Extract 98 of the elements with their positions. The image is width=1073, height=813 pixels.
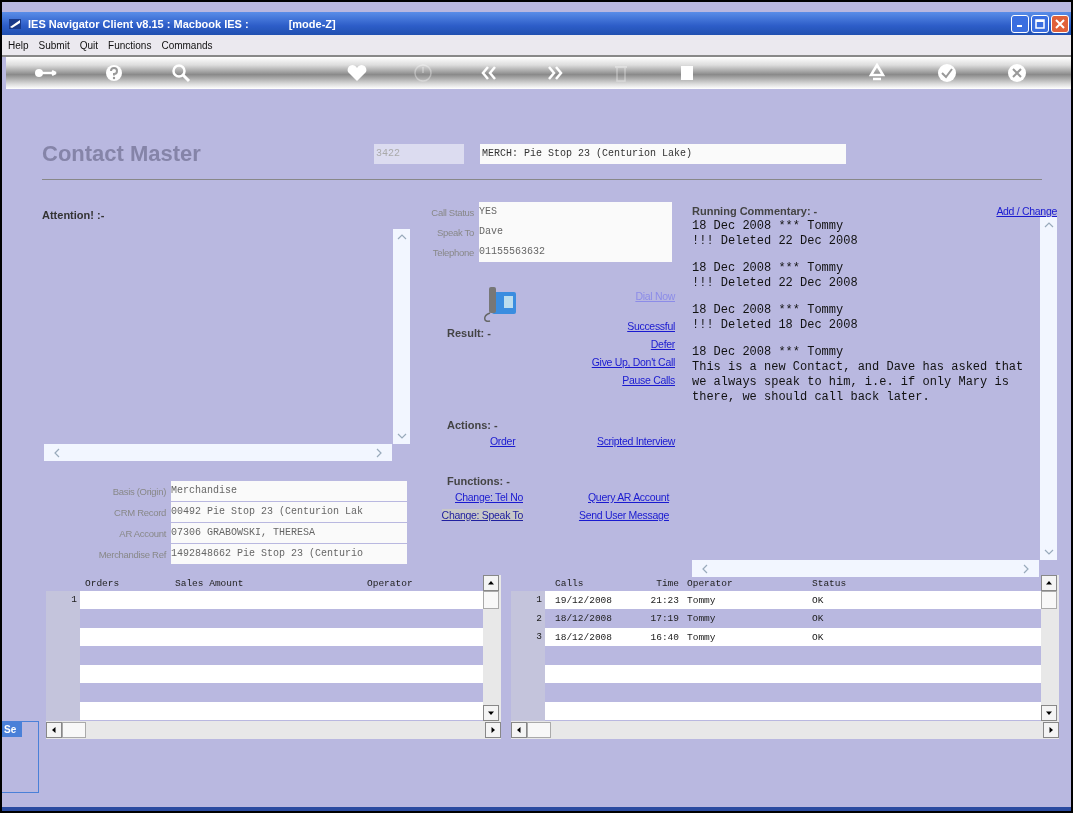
horizontal-scrollbar[interactable] — [46, 721, 501, 739]
result-link[interactable]: Give Up, Don't Call — [591, 356, 675, 368]
name-field[interactable]: MERCH: Pie Stop 23 (Centurion Lake) — [480, 144, 846, 164]
column-header: Operator — [687, 577, 734, 589]
minimize-button[interactable] — [1011, 14, 1029, 33]
action-link[interactable]: Scripted Interview — [596, 435, 675, 447]
commentary-header: 18 Dec 2008 *** Tommy — [692, 303, 845, 318]
right-chevron-icon[interactable] — [376, 447, 382, 458]
function-link[interactable]: Change: Tel No — [455, 491, 523, 503]
text-field[interactable]: Dave — [479, 222, 672, 242]
commentary-label: Running Commentary: - — [692, 205, 818, 217]
result-link[interactable]: Defer — [650, 338, 675, 350]
menu-item[interactable]: Functions — [108, 39, 152, 51]
commentary-text: This is a new Contact, and Dave has asked that we always speak to him, i.e. if only Mary is there, we should call back later. — [692, 360, 1025, 405]
panel-title: Se — [2, 722, 22, 737]
right-chevron-icon[interactable] — [1023, 563, 1029, 574]
commentary-text: !!! Deleted 22 Dec 2008 — [692, 276, 859, 291]
table-cell-text: 17:19 — [649, 613, 679, 625]
menu-item[interactable]: Commands — [161, 39, 213, 51]
table-cell-text: 18/12/2008 — [555, 613, 613, 625]
down-chevron-icon[interactable] — [396, 433, 407, 439]
text-field[interactable]: YES — [479, 202, 672, 222]
horizontal-scrollbar[interactable] — [511, 721, 1059, 739]
text-field[interactable]: 00492 Pie Stop 23 (Centurion Lak — [171, 502, 407, 522]
maximize-icon — [1035, 18, 1045, 29]
field-label: Call Status — [430, 206, 475, 218]
commentary-text: !!! Deleted 18 Dec 2008 — [692, 318, 859, 333]
field-label: Speak To — [435, 226, 475, 238]
commentary-header: 18 Dec 2008 *** Tommy — [692, 261, 845, 276]
field-label: CRM Record — [113, 506, 167, 518]
table-cell-text: 18/12/2008 — [555, 631, 613, 643]
commentary-text: !!! Deleted 22 Dec 2008 — [692, 234, 859, 249]
column-header: Calls — [555, 577, 585, 589]
functions-label: Functions: - — [447, 475, 511, 487]
scrollbar-thumb[interactable] — [527, 722, 551, 738]
table-cell-text: Tommy — [687, 631, 717, 643]
horizontal-scrollbar[interactable] — [692, 560, 1039, 577]
menu-item[interactable]: Help — [8, 39, 29, 51]
function-link[interactable]: Change: Speak To — [441, 509, 523, 521]
table-cell-text: 21:23 — [649, 594, 679, 606]
table-cell-text: OK — [812, 613, 825, 625]
result-link[interactable]: Successful — [627, 320, 675, 332]
column-header: Time — [655, 577, 679, 589]
table-cell-text: 19/12/2008 — [555, 594, 613, 606]
row-number: 1 — [536, 593, 543, 607]
result-label: Result: - — [447, 327, 491, 341]
function-link[interactable]: Query AR Account — [588, 491, 669, 503]
text-field[interactable]: 1492848662 Pie Stop 23 (Centurio — [171, 544, 407, 564]
up-chevron-icon[interactable] — [396, 234, 407, 240]
field-label: AR Account — [118, 527, 168, 539]
mode-label: [mode-Z] — [288, 17, 336, 30]
add-change-link[interactable]: Add / Change — [996, 205, 1057, 217]
left-chevron-icon[interactable] — [54, 447, 60, 458]
close-button[interactable] — [1051, 14, 1069, 33]
text-field[interactable]: Merchandise — [171, 481, 407, 501]
commentary-header: 18 Dec 2008 *** Tommy — [692, 345, 845, 360]
scrollbar-thumb[interactable] — [62, 722, 86, 738]
window-title: IES Navigator Client v8.15 : Macbook IES : — [28, 17, 249, 30]
text-field[interactable]: 01155563632 — [479, 242, 672, 262]
grid-body[interactable]: 19/12/2008 21:23 Tommy OK 18/12/2008 17:19 Tommy OK 18/12/2008 16:40 Tommy OK — [545, 591, 1041, 721]
commentary-header: 18 Dec 2008 *** Tommy — [692, 219, 845, 234]
result-link[interactable]: Pause Calls — [622, 374, 675, 386]
scrollbar-thumb[interactable] — [1041, 591, 1057, 609]
vertical-scrollbar[interactable] — [1041, 575, 1059, 721]
function-link[interactable]: Send User Message — [578, 509, 669, 521]
column-header: Status — [812, 577, 848, 589]
left-chevron-icon[interactable] — [702, 563, 708, 574]
column-header: Sales Amount — [175, 577, 245, 589]
field-label: Basis (Origin) — [111, 485, 167, 497]
close-icon — [1055, 18, 1065, 29]
table-cell-text: OK — [812, 594, 825, 606]
table-cell-text: Tommy — [687, 594, 717, 606]
table-cell-text: 16:40 — [649, 631, 679, 643]
down-chevron-icon[interactable] — [1043, 549, 1054, 555]
field-label: Telephone — [431, 246, 475, 258]
vertical-scrollbar[interactable] — [393, 229, 410, 444]
app-icon — [8, 16, 22, 31]
menu-item[interactable]: Submit — [38, 39, 70, 51]
table-cell-text: Tommy — [687, 613, 717, 625]
scrollbar-thumb[interactable] — [483, 591, 499, 609]
maximize-button[interactable] — [1031, 14, 1049, 33]
field-label: Merchandise Ref — [97, 548, 168, 560]
form-title: Contact Master — [42, 141, 202, 167]
attention-label: Attention! :- — [42, 209, 106, 221]
text-field[interactable]: 07306 GRABOWSKI, THERESA — [171, 523, 407, 543]
column-header: Operator — [367, 577, 414, 589]
vertical-scrollbar[interactable] — [1040, 217, 1057, 560]
horizontal-scrollbar[interactable] — [44, 444, 392, 461]
column-header: Orders — [85, 577, 121, 589]
up-chevron-icon[interactable] — [1043, 222, 1054, 228]
menu-item[interactable]: Quit — [79, 39, 99, 51]
row-number: 3 — [536, 630, 543, 644]
row-number: 2 — [536, 611, 543, 626]
actions-label: Actions: - — [447, 419, 499, 431]
action-link[interactable]: Order — [490, 435, 516, 447]
table-cell-text: OK — [812, 631, 825, 643]
row-number: 1 — [71, 593, 78, 607]
vertical-scrollbar[interactable] — [483, 575, 501, 721]
